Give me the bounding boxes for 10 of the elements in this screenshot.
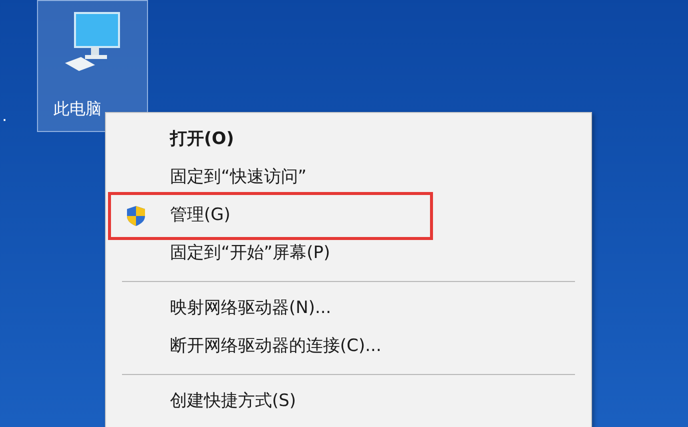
menu-item[interactable]: 管理(G) [106, 197, 591, 235]
menu-item[interactable]: 固定到“快速访问” [106, 159, 591, 197]
menu-item[interactable]: 创建快捷方式(S) [106, 383, 591, 421]
menu-item[interactable]: 固定到“开始”屏幕(P) [106, 235, 591, 273]
menu-item[interactable]: 映射网络驱动器(N)... [106, 290, 591, 328]
shield-icon [126, 205, 146, 227]
desktop-icon-label: . [2, 105, 8, 127]
desktop-icon-label: 此电脑 [54, 98, 102, 120]
menu-item[interactable]: 断开网络驱动器的连接(C)... [106, 328, 591, 366]
desktop-icon[interactable]: 此电脑 [37, 0, 148, 132]
